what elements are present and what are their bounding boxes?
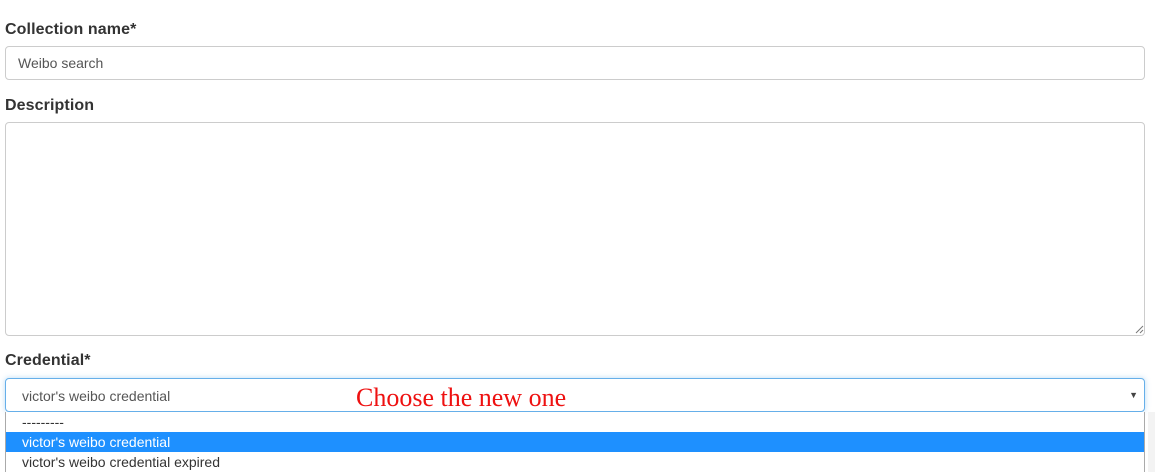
- credential-dropdown-list: --------- victor's weibo credential vict…: [5, 412, 1145, 472]
- collection-form: Collection name* Description Credential*…: [0, 0, 1155, 472]
- credential-option-weibo[interactable]: victor's weibo credential: [6, 432, 1144, 452]
- description-label: Description: [5, 97, 95, 114]
- collection-name-input[interactable]: [5, 46, 1145, 80]
- collection-name-label: Collection name*: [5, 21, 137, 38]
- credential-select[interactable]: victor's weibo credential ▼: [5, 378, 1145, 412]
- credential-selected-value: victor's weibo credential: [22, 388, 171, 404]
- resize-grip-icon[interactable]: [1134, 324, 1144, 334]
- credential-option-empty[interactable]: ---------: [6, 412, 1144, 432]
- chevron-down-icon[interactable]: ▼: [1129, 390, 1138, 400]
- credential-option-weibo-expired[interactable]: victor's weibo credential expired: [6, 452, 1144, 472]
- description-textarea[interactable]: [5, 122, 1145, 336]
- credential-label: Credential*: [5, 352, 91, 369]
- page-scroll-edge: [1148, 412, 1155, 472]
